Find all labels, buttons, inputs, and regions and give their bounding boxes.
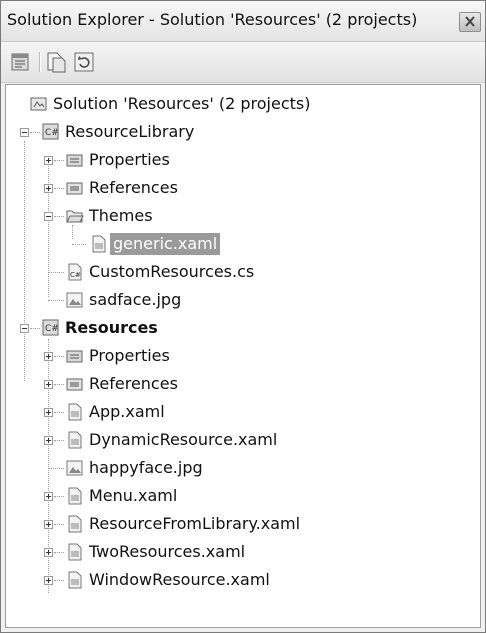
tree-item-customresources-cs[interactable]: C# CustomResources.cs [6, 258, 480, 286]
tree-item-label: Resources [65, 318, 158, 337]
tree-item-label: WindowResource.xaml [89, 570, 270, 589]
refresh-button[interactable] [73, 51, 95, 73]
solution-icon [30, 97, 47, 111]
tree-item-label: CustomResources.cs [89, 262, 255, 281]
xaml-file-icon [68, 403, 82, 421]
close-icon [465, 16, 475, 27]
toolbar [1, 42, 485, 83]
tree-item-label: Themes [89, 206, 153, 225]
solution-explorer-window: Solution Explorer - Solution 'Resources'… [0, 0, 486, 633]
references-folder-icon [66, 378, 83, 391]
expand-toggle[interactable] [44, 184, 53, 193]
expand-toggle[interactable] [44, 492, 53, 501]
tree-item-label: happyface.jpg [89, 458, 203, 477]
tree-item-label: DynamicResource.xaml [89, 430, 278, 449]
collapse-toggle[interactable] [44, 212, 53, 221]
collapse-toggle[interactable] [20, 324, 29, 333]
expand-toggle[interactable] [44, 436, 53, 445]
tree-item-generic-xaml[interactable]: generic.xaml [6, 230, 480, 258]
tree-item-label: ResourceLibrary [65, 122, 195, 141]
properties-icon [11, 53, 29, 71]
tree-item-resourcefromlibrary-xaml[interactable]: ResourceFromLibrary.xaml [6, 510, 480, 538]
svg-text:C#: C# [45, 324, 59, 334]
csharp-project-icon: C# [42, 123, 59, 140]
tree-item-resources-project[interactable]: C# Resources [6, 314, 480, 342]
expand-toggle[interactable] [44, 408, 53, 417]
tree-item-label: ResourceFromLibrary.xaml [89, 514, 301, 533]
tree-item-solution[interactable]: Solution 'Resources' (2 projects) [6, 90, 480, 118]
image-file-icon [66, 292, 83, 308]
properties-folder-icon [66, 154, 83, 167]
xaml-file-icon [68, 571, 82, 589]
open-folder-icon [66, 210, 84, 223]
tree-item-dynamicresource-xaml[interactable]: DynamicResource.xaml [6, 426, 480, 454]
xaml-file-icon [92, 235, 106, 253]
csharp-project-icon: C# [42, 319, 59, 336]
title-bar[interactable]: Solution Explorer - Solution 'Resources'… [1, 1, 485, 42]
window-title: Solution Explorer - Solution 'Resources'… [7, 10, 418, 29]
show-all-files-icon [47, 52, 66, 73]
tree-item-label: Properties [89, 346, 170, 365]
expand-toggle[interactable] [44, 548, 53, 557]
properties-button[interactable] [9, 51, 31, 73]
tree-item-label: generic.xaml [110, 233, 221, 255]
collapse-toggle[interactable] [20, 128, 29, 137]
tree-item-label: Solution 'Resources' (2 projects) [53, 94, 311, 113]
tree-item-app-xaml[interactable]: App.xaml [6, 398, 480, 426]
expand-toggle[interactable] [44, 576, 53, 585]
refresh-icon [74, 52, 94, 72]
references-folder-icon [66, 182, 83, 195]
properties-folder-icon [66, 350, 83, 363]
tree-item-label: References [89, 374, 178, 393]
xaml-file-icon [68, 515, 82, 533]
csharp-file-icon: C# [68, 263, 82, 281]
expand-toggle[interactable] [44, 380, 53, 389]
tree-item-resourcelibrary[interactable]: C# ResourceLibrary [6, 118, 480, 146]
tree-item-label: sadface.jpg [89, 290, 182, 309]
expand-toggle[interactable] [44, 352, 53, 361]
expand-toggle[interactable] [44, 156, 53, 165]
tree-item-happyface-jpg[interactable]: happyface.jpg [6, 454, 480, 482]
tree-item-sadface-jpg[interactable]: sadface.jpg [6, 286, 480, 314]
tree-item-references[interactable]: References [6, 370, 480, 398]
svg-text:C#: C# [45, 128, 59, 138]
xaml-file-icon [68, 431, 82, 449]
tree-item-menu-xaml[interactable]: Menu.xaml [6, 482, 480, 510]
xaml-file-icon [68, 487, 82, 505]
xaml-file-icon [68, 543, 82, 561]
tree-item-label: Properties [89, 150, 170, 169]
tree-item-label: References [89, 178, 178, 197]
close-button[interactable] [459, 12, 481, 32]
show-all-files-button[interactable] [45, 51, 67, 73]
tree-item-properties[interactable]: Properties [6, 146, 480, 174]
tree-item-label: Menu.xaml [89, 486, 178, 505]
svg-text:C#: C# [70, 271, 81, 279]
tree-item-properties[interactable]: Properties [6, 342, 480, 370]
image-file-icon [66, 460, 83, 476]
toolbar-separator [39, 52, 40, 72]
tree-item-label: App.xaml [89, 402, 165, 421]
tree-item-themes[interactable]: Themes [6, 202, 480, 230]
expand-toggle[interactable] [44, 520, 53, 529]
tree-item-label: TwoResources.xaml [89, 542, 246, 561]
tree-item-tworesources-xaml[interactable]: TwoResources.xaml [6, 538, 480, 566]
tree-item-windowresource-xaml[interactable]: WindowResource.xaml [6, 566, 480, 594]
tree-item-references[interactable]: References [6, 174, 480, 202]
solution-tree[interactable]: Solution 'Resources' (2 projects) C# Res… [5, 84, 481, 628]
